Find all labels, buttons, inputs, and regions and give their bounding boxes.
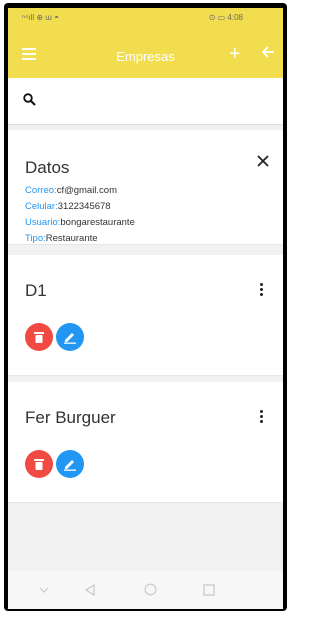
detail-label: Tipo: (25, 233, 46, 244)
app-bar: ⁿ⁴ıll ⊕ ɯ ◓ ⊙ ▭ 4:08 Empresas + (8, 8, 283, 78)
nav-recents-icon[interactable] (203, 583, 215, 601)
detail-username: Usuario:bongarestaurante (25, 217, 135, 228)
detail-value: bongarestaurante (60, 217, 135, 228)
nav-back-icon[interactable] (84, 583, 96, 601)
status-icons-left: ⁿ⁴ıll ⊕ ɯ ◓ (22, 13, 59, 22)
detail-value: 3122345678 (57, 201, 111, 212)
system-nav-bar (8, 571, 283, 609)
detail-type: Tipo:Restaurante (25, 233, 98, 244)
trash-icon (34, 458, 44, 470)
detail-phone: Celular:3122345678 (25, 201, 111, 212)
delete-button[interactable] (25, 323, 53, 351)
company-name: Fer Burguer (25, 408, 116, 427)
company-card: D1 (8, 255, 283, 376)
detail-label: Celular: (25, 201, 58, 212)
details-title: Datos (25, 158, 70, 177)
status-clock: ⊙ ▭ 4:08 (208, 13, 243, 22)
nav-home-icon[interactable] (144, 583, 157, 601)
detail-value: Restaurante (45, 233, 98, 244)
trash-icon (34, 331, 44, 343)
edit-button[interactable] (56, 450, 84, 478)
detail-label: Usuario: (25, 217, 61, 228)
company-name: D1 (25, 281, 47, 300)
pencil-icon (64, 333, 76, 344)
detail-label: Correo: (25, 185, 57, 196)
detail-email: Correo:cf@gmail.com (25, 185, 117, 196)
company-card: Fer Burguer (8, 382, 283, 503)
edit-button[interactable] (56, 323, 84, 351)
pencil-icon (64, 460, 76, 471)
close-icon[interactable] (257, 154, 269, 172)
detail-value: cf@gmail.com (56, 185, 118, 196)
more-options-icon[interactable] (259, 410, 265, 425)
back-arrow-icon[interactable] (261, 45, 275, 64)
page-title: Empresas (116, 49, 175, 64)
search-icon (23, 93, 36, 111)
add-icon[interactable]: + (229, 44, 241, 64)
search-bar (8, 78, 283, 125)
phone-screen: ⁿ⁴ıll ⊕ ɯ ◓ ⊙ ▭ 4:08 Empresas + Datos Co… (8, 8, 283, 609)
chevron-down-icon[interactable] (38, 583, 50, 601)
more-options-icon[interactable] (259, 283, 265, 298)
search-input[interactable] (48, 88, 272, 116)
details-card: Datos Correo:cf@gmail.com Celular:312234… (8, 130, 283, 245)
delete-button[interactable] (25, 450, 53, 478)
